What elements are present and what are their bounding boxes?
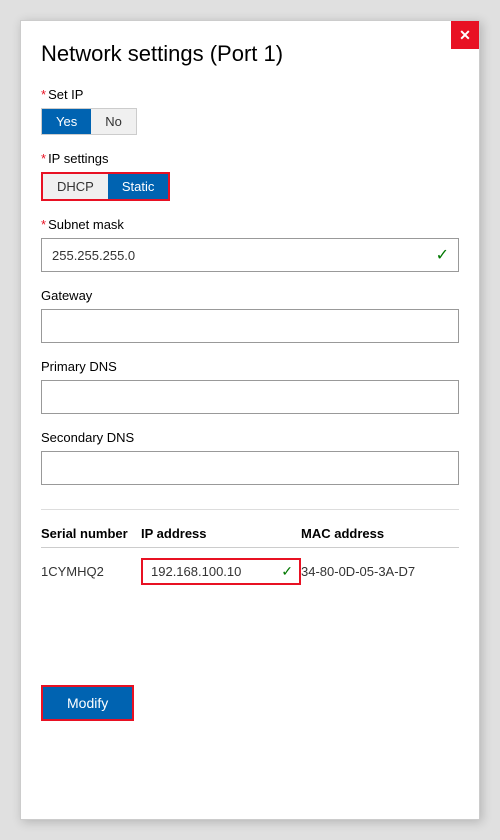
set-ip-yes-button[interactable]: Yes <box>42 109 91 134</box>
col-ip-header: IP address <box>141 526 301 541</box>
close-button[interactable]: ✕ <box>451 21 479 49</box>
subnet-mask-label: *Subnet mask <box>41 217 459 232</box>
col-mac-header: MAC address <box>301 526 459 541</box>
gateway-group: Gateway <box>41 288 459 343</box>
secondary-dns-group: Secondary DNS <box>41 430 459 485</box>
subnet-check-icon: ✓ <box>436 245 449 265</box>
ip-check-icon: ✓ <box>281 563 293 580</box>
device-info-table: Serial number IP address MAC address 1CY… <box>41 526 459 585</box>
ip-cell: 192.168.100.10 ✓ <box>141 558 301 585</box>
ip-static-button[interactable]: Static <box>108 174 169 199</box>
subnet-required: * <box>41 217 46 232</box>
gateway-input[interactable] <box>41 309 459 343</box>
set-ip-toggle-group: Yes No <box>41 108 137 135</box>
gateway-label: Gateway <box>41 288 459 303</box>
col-serial-header: Serial number <box>41 526 141 541</box>
set-ip-no-button[interactable]: No <box>91 109 136 134</box>
mac-cell: 34-80-0D-05-3A-D7 <box>301 564 459 579</box>
primary-dns-input[interactable] <box>41 380 459 414</box>
ip-settings-label: *IP settings <box>41 151 459 166</box>
ip-value: 192.168.100.10 <box>151 564 241 579</box>
primary-dns-label: Primary DNS <box>41 359 459 374</box>
network-settings-dialog: ✕ Network settings (Port 1) *Set IP Yes … <box>20 20 480 820</box>
ip-settings-group: *IP settings DHCP Static <box>41 151 459 201</box>
secondary-dns-input[interactable] <box>41 451 459 485</box>
subnet-mask-wrapper: ✓ <box>41 238 459 272</box>
primary-dns-group: Primary DNS <box>41 359 459 414</box>
section-divider <box>41 509 459 510</box>
ip-settings-toggle-group: DHCP Static <box>41 172 170 201</box>
ip-display: 192.168.100.10 ✓ <box>141 558 301 585</box>
set-ip-group: *Set IP Yes No <box>41 87 459 135</box>
button-section: Modify <box>41 645 459 721</box>
modify-button[interactable]: Modify <box>41 685 134 721</box>
close-icon: ✕ <box>459 27 471 44</box>
serial-cell: 1CYMHQ2 <box>41 564 141 579</box>
dialog-title: Network settings (Port 1) <box>41 41 459 67</box>
secondary-dns-label: Secondary DNS <box>41 430 459 445</box>
set-ip-label: *Set IP <box>41 87 459 102</box>
table-header-row: Serial number IP address MAC address <box>41 526 459 548</box>
ip-dhcp-button[interactable]: DHCP <box>43 174 108 199</box>
ip-settings-required: * <box>41 151 46 166</box>
subnet-mask-group: *Subnet mask ✓ <box>41 217 459 272</box>
subnet-mask-input[interactable] <box>41 238 459 272</box>
table-row: 1CYMHQ2 192.168.100.10 ✓ 34-80-0D-05-3A-… <box>41 558 459 585</box>
set-ip-required: * <box>41 87 46 102</box>
